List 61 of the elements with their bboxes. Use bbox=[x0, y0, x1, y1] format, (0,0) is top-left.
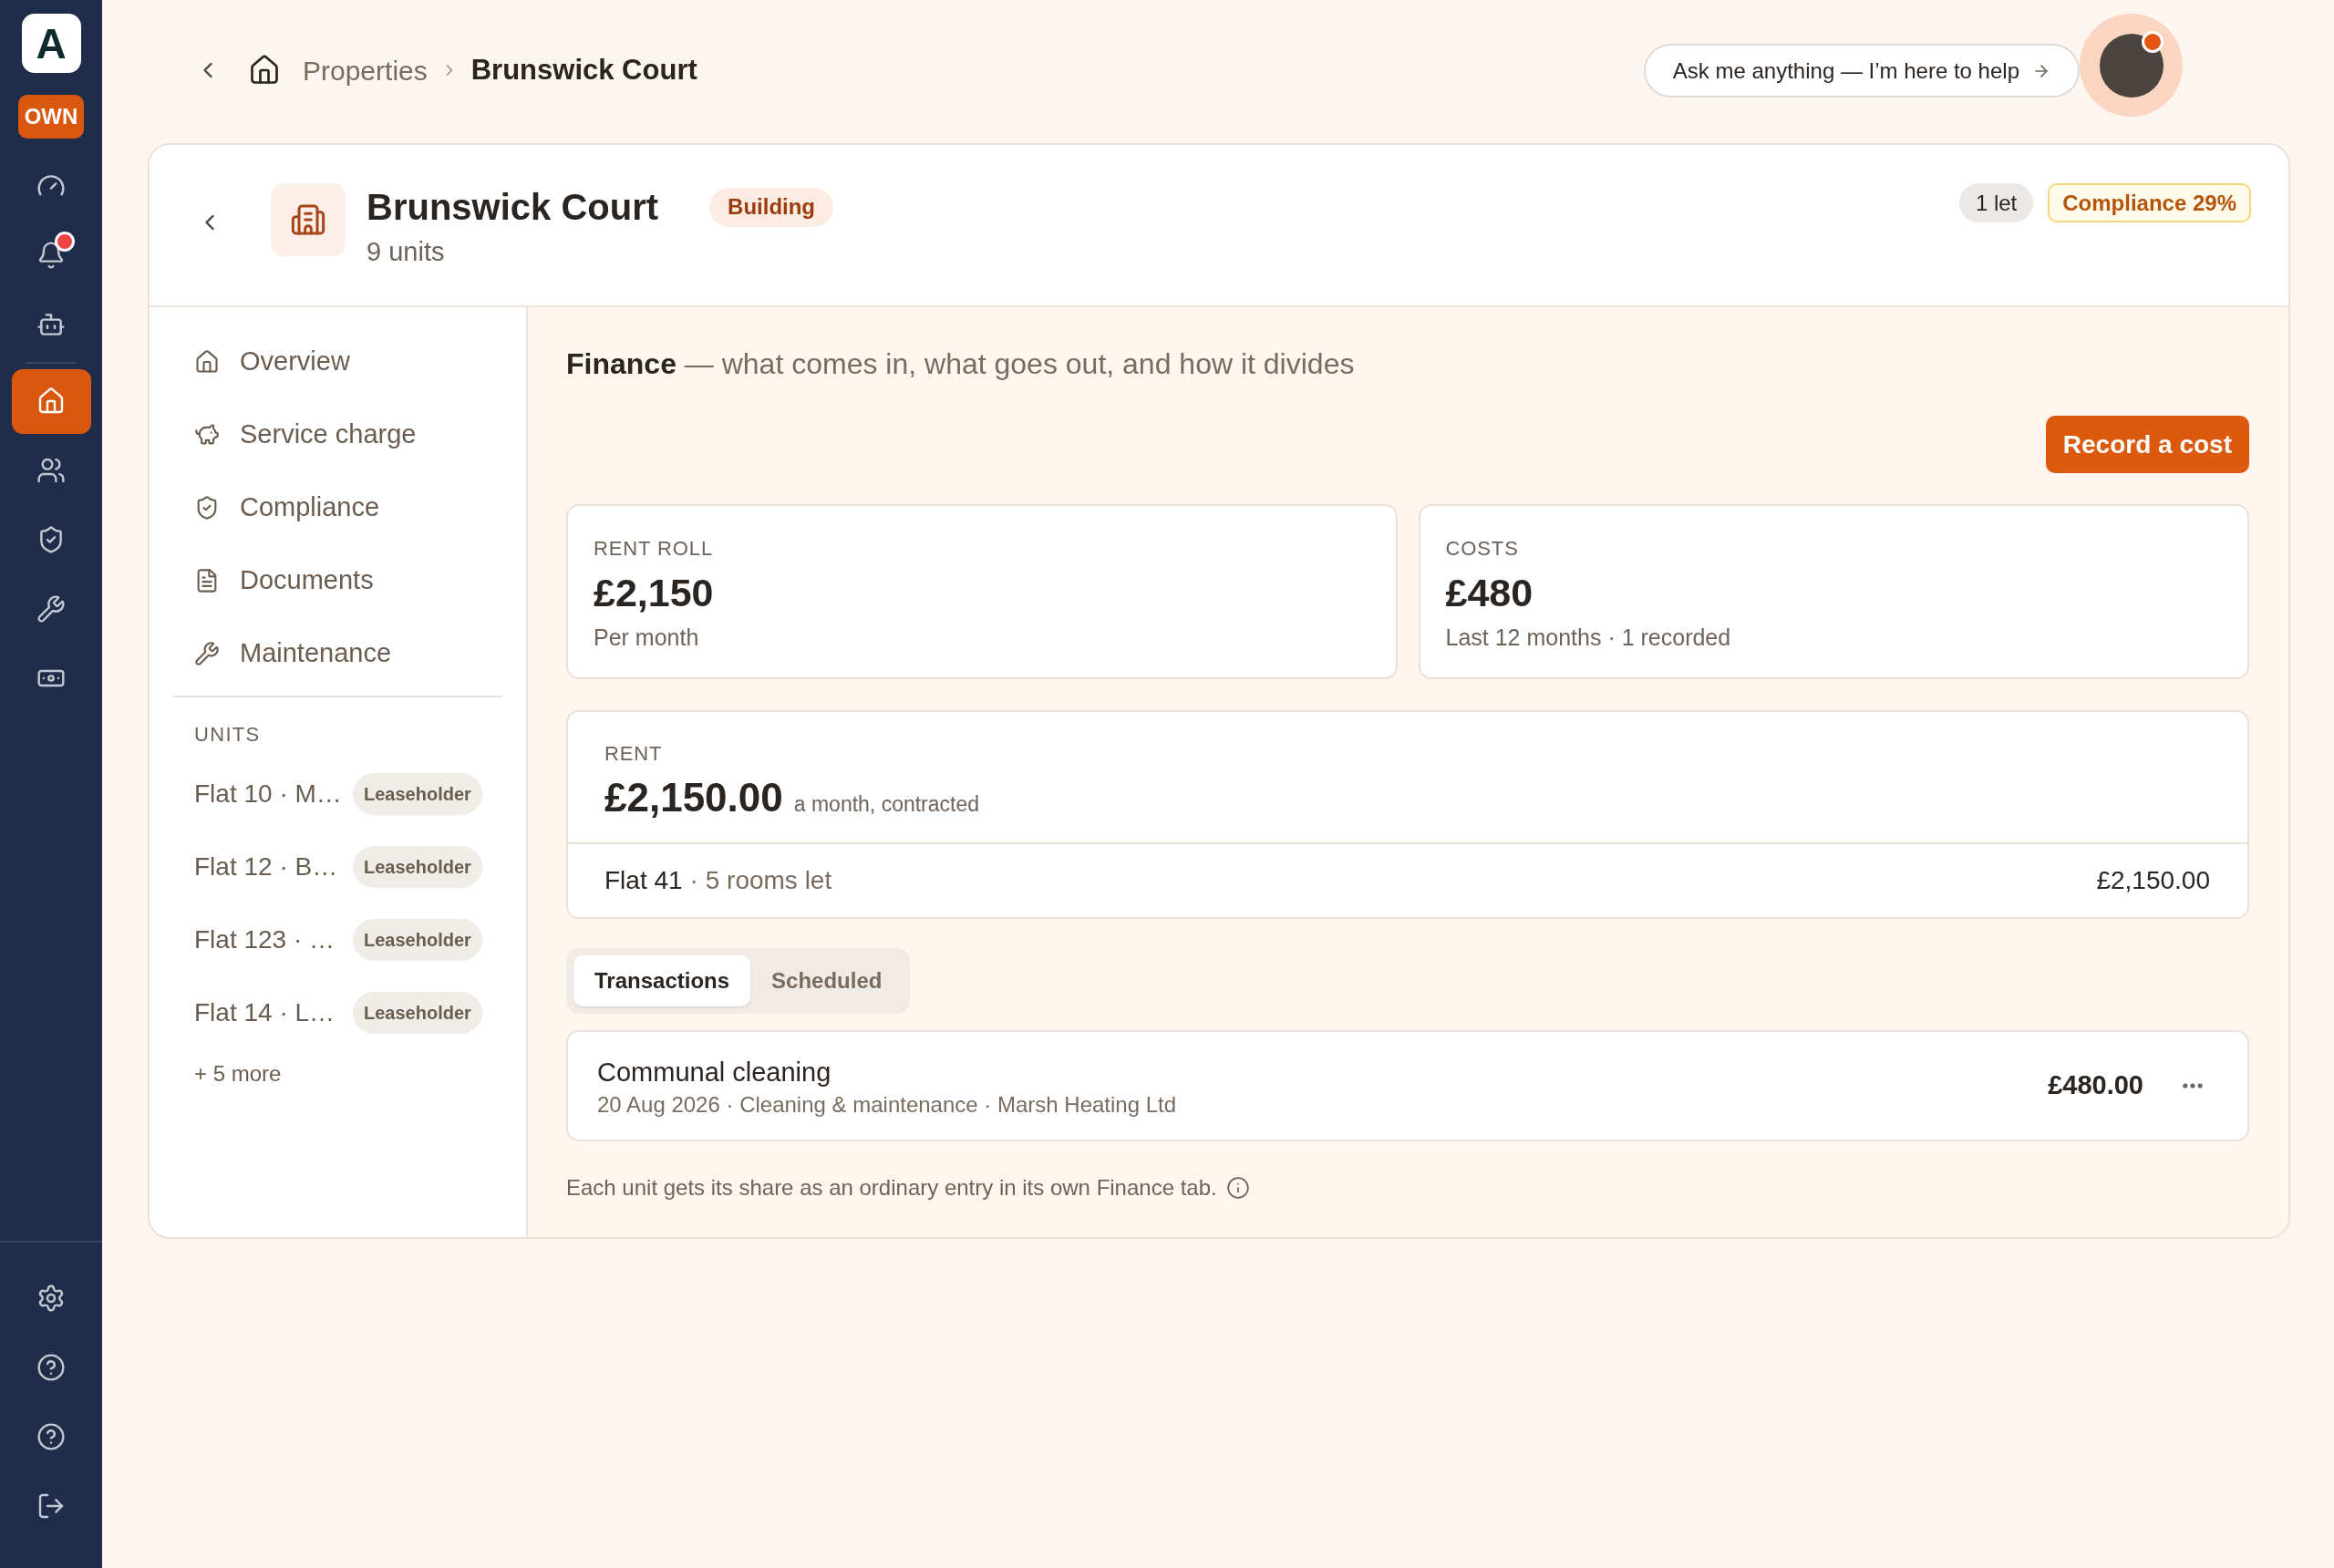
unit-link[interactable]: Flat 14 · L… bbox=[194, 994, 347, 1032]
info-note: Each unit gets its share as an ordinary entry in its own Finance tab. bbox=[566, 1174, 1217, 1202]
property-type-tag: Building bbox=[709, 187, 834, 227]
tab[interactable]: Transactions bbox=[573, 955, 751, 1006]
assistant-prompt-button[interactable]: Ask me anything — I’m here to help bbox=[1643, 44, 2080, 98]
stat-label: RENT ROLL bbox=[594, 536, 713, 562]
unit-rent-amount: £2,150.00 bbox=[2096, 865, 2210, 896]
unit-link[interactable]: Flat 12 · B… bbox=[194, 848, 347, 886]
transaction-details: 20 Aug 2026 · Cleaning & maintenance · Marsh Heating Ltd bbox=[597, 1091, 1177, 1119]
users-icon[interactable] bbox=[36, 456, 66, 485]
unit-count: 9 units bbox=[367, 236, 445, 268]
transaction-card[interactable]: Communal cleaning 20 Aug 2026 · Cleaning & maintenance · Marsh Heating Ltd £480.00 bbox=[566, 1030, 2249, 1141]
unit-link[interactable]: Flat 10 · M… bbox=[194, 775, 347, 813]
bell-icon[interactable] bbox=[36, 241, 66, 270]
section-nav-item[interactable]: Compliance bbox=[173, 471, 502, 544]
home-icon bbox=[36, 387, 66, 416]
rent-amount: £2,150.00 bbox=[604, 774, 783, 821]
transaction-title: Communal cleaning bbox=[597, 1057, 831, 1088]
stat-value: £480 bbox=[1445, 570, 1534, 615]
help-icon[interactable] bbox=[36, 1422, 66, 1451]
leaseholder-tag: Leaseholder bbox=[353, 773, 482, 815]
app-logo[interactable]: A bbox=[21, 14, 81, 73]
leaseholder-tag: Leaseholder bbox=[353, 846, 482, 888]
wrench-icon[interactable] bbox=[36, 594, 66, 624]
section-heading: Finance — what comes in, what goes out, and how it divides bbox=[566, 346, 1355, 382]
breadcrumb-link[interactable]: Brunswick Court bbox=[470, 48, 697, 92]
tab[interactable]: Scheduled bbox=[750, 955, 904, 1006]
logout-icon[interactable] bbox=[36, 1491, 66, 1521]
transaction-amount: £480.00 bbox=[2048, 1069, 2143, 1102]
help-icon[interactable] bbox=[36, 1353, 66, 1382]
home-icon[interactable] bbox=[248, 54, 281, 87]
section-nav-item[interactable]: Overview bbox=[173, 325, 502, 398]
status-tag: 1 let bbox=[1958, 183, 2034, 222]
stat-value: £2,150 bbox=[594, 570, 714, 615]
property-title: Brunswick Court bbox=[367, 186, 659, 229]
record-cost-button[interactable]: Record a cost bbox=[2045, 416, 2249, 473]
unit-name: Flat 41 bbox=[604, 865, 683, 896]
info-icon[interactable] bbox=[1225, 1176, 1250, 1200]
role-badge: OWN bbox=[18, 95, 84, 139]
breadcrumb-link[interactable]: Properties bbox=[303, 49, 428, 91]
section-nav-item[interactable]: Maintenance bbox=[173, 617, 502, 690]
more-units-link[interactable]: + 5 more bbox=[194, 1057, 282, 1090]
leaseholder-tag: Leaseholder bbox=[353, 919, 482, 961]
assistant-prompt-text: Ask me anything — I’m here to help bbox=[1672, 57, 2019, 85]
wrench-icon bbox=[194, 641, 220, 666]
rent-label: RENT bbox=[604, 741, 663, 767]
units-heading: UNITS bbox=[194, 722, 261, 748]
compliance-tag: Compliance 29% bbox=[2048, 183, 2251, 222]
stat-caption: Last 12 months · 1 recorded bbox=[1445, 624, 1731, 652]
rent-period: a month, contracted bbox=[793, 791, 980, 818]
building-icon bbox=[271, 183, 346, 256]
settings-icon[interactable] bbox=[36, 1284, 66, 1313]
leaseholder-tag: Leaseholder bbox=[353, 992, 482, 1034]
section-nav-item[interactable]: Documents bbox=[173, 544, 502, 617]
unit-link[interactable]: Flat 123 · … bbox=[194, 921, 347, 959]
active-nav-button[interactable] bbox=[11, 368, 91, 434]
stat-caption: Per month bbox=[594, 624, 699, 652]
section-nav-item[interactable]: Service charge bbox=[173, 398, 502, 471]
home-icon bbox=[194, 349, 220, 375]
stat-label: COSTS bbox=[1445, 536, 1519, 562]
unit-detail: · 5 rooms let bbox=[689, 865, 832, 896]
